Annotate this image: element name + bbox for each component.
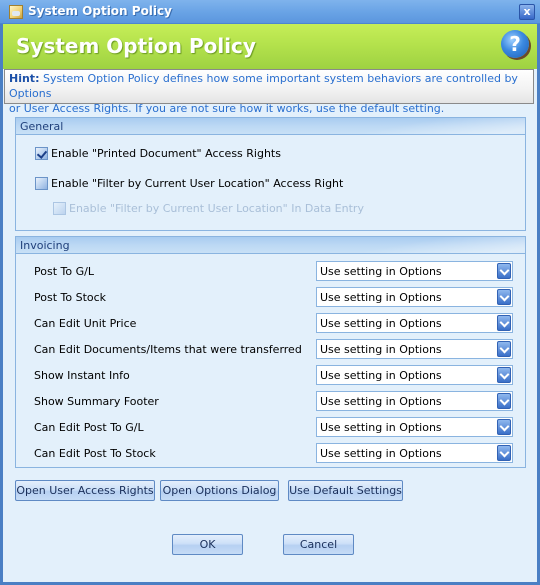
can-edit-transferred-select[interactable]: Use setting in Options xyxy=(316,339,513,359)
close-button[interactable]: x xyxy=(519,4,535,20)
show-instant-info-value: Use setting in Options xyxy=(320,369,442,382)
chevron-down-icon[interactable] xyxy=(497,263,511,279)
filter-location-checkbox[interactable] xyxy=(35,177,48,190)
hint-text: System Option Policy defines how some im… xyxy=(9,72,518,115)
chevron-down-icon[interactable] xyxy=(497,445,511,461)
title-bar[interactable]: System Option Policy x xyxy=(0,0,540,24)
can-edit-post-to-gl-value: Use setting in Options xyxy=(320,421,442,434)
show-instant-info-label: Show Instant Info xyxy=(34,369,130,382)
use-default-settings-button[interactable]: Use Default Settings xyxy=(288,480,403,501)
printed-document-checkbox[interactable] xyxy=(35,147,48,160)
show-summary-footer-select[interactable]: Use setting in Options xyxy=(316,391,513,411)
can-edit-post-to-stock-label: Can Edit Post To Stock xyxy=(34,447,156,460)
window-title: System Option Policy xyxy=(28,4,172,18)
chevron-down-icon[interactable] xyxy=(497,419,511,435)
hint-box: Hint: System Option Policy defines how s… xyxy=(4,69,534,115)
can-edit-post-to-stock-value: Use setting in Options xyxy=(320,447,442,460)
open-user-access-rights-button[interactable]: Open User Access Rights xyxy=(15,480,155,501)
open-options-dialog-button[interactable]: Open Options Dialog xyxy=(160,480,279,501)
general-group: General Enable "Printed Document" Access… xyxy=(15,117,526,231)
can-edit-post-to-gl-label: Can Edit Post To G/L xyxy=(34,421,144,434)
chevron-down-icon[interactable] xyxy=(497,341,511,357)
filter-location-data-entry-checkbox xyxy=(53,202,66,215)
post-to-gl-label: Post To G/L xyxy=(34,265,94,278)
printed-document-label: Enable "Printed Document" Access Rights xyxy=(51,147,281,160)
cancel-button[interactable]: Cancel xyxy=(283,534,354,555)
app-icon xyxy=(9,5,23,19)
invoicing-group-header: Invoicing xyxy=(16,237,525,254)
post-to-gl-value: Use setting in Options xyxy=(320,265,442,278)
filter-location-option[interactable]: Enable "Filter by Current User Location"… xyxy=(35,177,343,190)
general-group-header: General xyxy=(16,118,525,135)
show-instant-info-select[interactable]: Use setting in Options xyxy=(316,365,513,385)
can-edit-unit-price-value: Use setting in Options xyxy=(320,317,442,330)
header-banner: System Option Policy ? xyxy=(3,24,537,69)
post-to-stock-label: Post To Stock xyxy=(34,291,107,304)
chevron-down-icon[interactable] xyxy=(497,393,511,409)
dialog-window: System Option Policy x System Option Pol… xyxy=(0,0,540,585)
filter-location-data-entry-label: Enable "Filter by Current User Location"… xyxy=(69,202,364,215)
can-edit-post-to-gl-select[interactable]: Use setting in Options xyxy=(316,417,513,437)
can-edit-unit-price-label: Can Edit Unit Price xyxy=(34,317,137,330)
show-summary-footer-label: Show Summary Footer xyxy=(34,395,159,408)
help-icon[interactable]: ? xyxy=(501,30,529,58)
hint-label: Hint: xyxy=(9,72,40,85)
post-to-stock-select[interactable]: Use setting in Options xyxy=(316,287,513,307)
post-to-gl-select[interactable]: Use setting in Options xyxy=(316,261,513,281)
can-edit-unit-price-select[interactable]: Use setting in Options xyxy=(316,313,513,333)
can-edit-post-to-stock-select[interactable]: Use setting in Options xyxy=(316,443,513,463)
ok-button[interactable]: OK xyxy=(172,534,243,555)
can-edit-transferred-value: Use setting in Options xyxy=(320,343,442,356)
filter-location-label: Enable "Filter by Current User Location"… xyxy=(51,177,344,190)
printed-document-option[interactable]: Enable "Printed Document" Access Rights xyxy=(35,147,281,160)
can-edit-transferred-label: Can Edit Documents/Items that were trans… xyxy=(34,343,302,356)
show-summary-footer-value: Use setting in Options xyxy=(320,395,442,408)
invoicing-group: Invoicing Post To G/L Use setting in Opt… xyxy=(15,236,526,468)
chevron-down-icon[interactable] xyxy=(497,315,511,331)
chevron-down-icon[interactable] xyxy=(497,367,511,383)
post-to-stock-value: Use setting in Options xyxy=(320,291,442,304)
page-title: System Option Policy xyxy=(16,34,256,58)
filter-location-data-entry-option: Enable "Filter by Current User Location"… xyxy=(53,202,364,215)
chevron-down-icon[interactable] xyxy=(497,289,511,305)
